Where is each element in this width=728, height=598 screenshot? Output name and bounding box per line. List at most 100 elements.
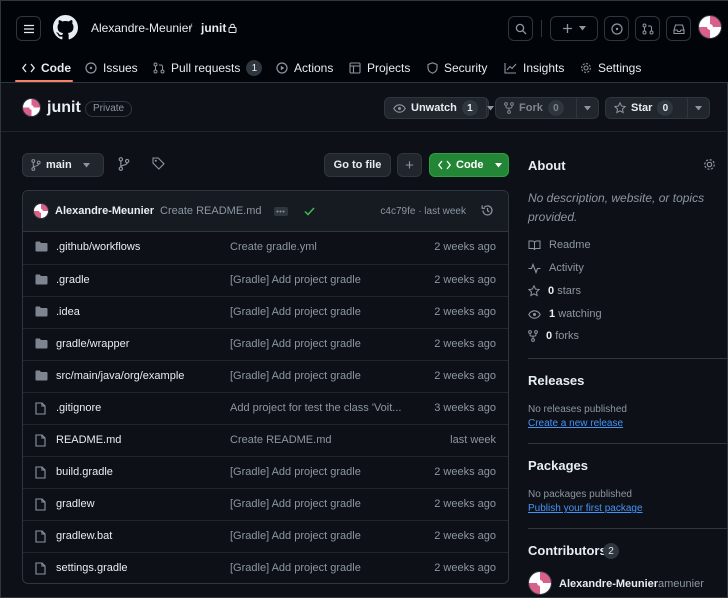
tab-pull-requests[interactable]: Pull requests 1 bbox=[153, 59, 263, 77]
file-row[interactable]: README.md Create README.md last week bbox=[23, 424, 508, 456]
activity-link[interactable]: Activity bbox=[528, 262, 584, 274]
breadcrumb-repo[interactable]: junit bbox=[201, 21, 226, 35]
publish-package-link[interactable]: Publish your first package bbox=[528, 503, 643, 514]
file-name[interactable]: settings.gradle bbox=[56, 562, 128, 574]
contributor-name[interactable]: Alexandre-Meunier bbox=[559, 578, 658, 590]
plus-icon bbox=[563, 24, 572, 33]
contributor-avatar[interactable] bbox=[528, 571, 552, 595]
github-logo[interactable] bbox=[53, 15, 78, 40]
forks-link[interactable]: 0 forks bbox=[528, 330, 579, 342]
file-commit-message[interactable]: [Gradle] Add project gradle bbox=[230, 498, 420, 510]
history-icon[interactable] bbox=[481, 204, 494, 217]
contributor-login[interactable]: ameunier bbox=[658, 578, 704, 590]
file-row[interactable]: src/main/java/org/example [Gradle] Add pr… bbox=[23, 360, 508, 392]
watching-link[interactable]: 1 watching bbox=[528, 308, 602, 320]
file-name[interactable]: .github/workflows bbox=[56, 241, 140, 253]
code-button-label: Code bbox=[456, 159, 484, 171]
unwatch-button[interactable]: Unwatch 1 bbox=[384, 97, 494, 119]
unwatch-label: Unwatch bbox=[411, 102, 457, 114]
file-name[interactable]: gradle/wrapper bbox=[56, 338, 129, 350]
file-commit-age: 2 weeks ago bbox=[434, 241, 496, 253]
folder-icon bbox=[35, 274, 48, 285]
gear-icon[interactable] bbox=[703, 158, 716, 171]
readme-link[interactable]: Readme bbox=[528, 239, 591, 251]
watching-count: 1 bbox=[549, 308, 556, 320]
branch-selector[interactable]: main bbox=[22, 153, 104, 177]
inbox-button[interactable] bbox=[666, 16, 691, 41]
search-button[interactable] bbox=[508, 16, 533, 41]
code-button[interactable]: Code bbox=[429, 153, 509, 177]
file-commit-message[interactable]: Create README.md bbox=[230, 434, 420, 446]
file-commit-message[interactable]: [Gradle] Add project gradle bbox=[230, 562, 420, 574]
repo-title[interactable]: junit bbox=[47, 99, 81, 117]
packages-heading[interactable]: Packages bbox=[528, 458, 588, 473]
repo-owner-avatar bbox=[22, 98, 41, 117]
user-avatar[interactable] bbox=[698, 15, 722, 39]
file-name[interactable]: gradlew.bat bbox=[56, 530, 112, 542]
file-name[interactable]: README.md bbox=[56, 434, 121, 446]
tab-settings[interactable]: Settings bbox=[580, 59, 641, 77]
pull-request-icon bbox=[153, 62, 165, 74]
file-row[interactable]: gradlew [Gradle] Add project gradle 2 week… bbox=[23, 488, 508, 520]
stars-link[interactable]: 0 stars bbox=[528, 285, 581, 297]
file-name[interactable]: build.gradle bbox=[56, 466, 113, 478]
contributors-count: 2 bbox=[603, 543, 619, 559]
file-commit-message[interactable]: Create gradle.yml bbox=[230, 241, 420, 253]
star-button[interactable]: Star 0 bbox=[605, 97, 710, 119]
file-row[interactable]: .gradle [Gradle] Add project gradle 2 week… bbox=[23, 264, 508, 296]
file-row[interactable]: gradlew.bat [Gradle] Add project gradle 2 … bbox=[23, 520, 508, 552]
file-name[interactable]: .idea bbox=[56, 306, 80, 318]
commit-author[interactable]: Alexandre-Meunier bbox=[55, 205, 154, 217]
tags-button[interactable] bbox=[152, 157, 165, 170]
pull-requests-shortcut-button[interactable] bbox=[635, 16, 660, 41]
file-row[interactable]: gradle/wrapper [Gradle] Add project gradl… bbox=[23, 328, 508, 360]
file-name[interactable]: gradlew bbox=[56, 498, 95, 510]
file-row[interactable]: .github/workflows Create gradle.yml 2 week… bbox=[23, 232, 508, 264]
sidebar-divider bbox=[528, 443, 728, 444]
file-commit-message[interactable]: [Gradle] Add project gradle bbox=[230, 338, 420, 350]
releases-heading[interactable]: Releases bbox=[528, 373, 584, 388]
branch-icon bbox=[118, 157, 130, 171]
file-commit-age: 2 weeks ago bbox=[434, 370, 496, 382]
file-commit-message[interactable]: [Gradle] Add project gradle bbox=[230, 466, 420, 478]
file-name[interactable]: .gradle bbox=[56, 274, 90, 286]
tab-actions-label: Actions bbox=[294, 61, 334, 75]
contributors-heading[interactable]: Contributors bbox=[528, 543, 607, 558]
menu-button[interactable] bbox=[16, 16, 41, 41]
tab-security[interactable]: Security bbox=[427, 59, 487, 77]
tab-insights[interactable]: Insights bbox=[504, 59, 564, 77]
file-row[interactable]: .gitignore Add project for test the class… bbox=[23, 392, 508, 424]
tab-insights-label: Insights bbox=[523, 61, 565, 75]
file-name[interactable]: .gitignore bbox=[56, 402, 101, 414]
commit-hash-time[interactable]: c4c79fe · last week bbox=[380, 206, 466, 217]
create-new-button[interactable] bbox=[550, 16, 598, 41]
file-name[interactable]: src/main/java/org/example bbox=[56, 370, 184, 382]
tab-issues[interactable]: Issues bbox=[85, 59, 138, 77]
file-icon bbox=[35, 530, 46, 543]
pulse-icon bbox=[528, 262, 541, 274]
create-release-link[interactable]: Create a new release bbox=[528, 418, 623, 429]
commit-message[interactable]: Create README.md bbox=[160, 205, 261, 217]
issues-shortcut-button[interactable] bbox=[604, 16, 629, 41]
breadcrumb-owner[interactable]: Alexandre-Meunier bbox=[91, 21, 192, 35]
commit-author-avatar[interactable] bbox=[33, 203, 49, 219]
tab-projects[interactable]: Projects bbox=[349, 59, 410, 77]
lock-icon bbox=[228, 23, 237, 33]
file-commit-message[interactable]: [Gradle] Add project gradle bbox=[230, 370, 420, 382]
file-row[interactable]: settings.gradle [Gradle] Add project grad… bbox=[23, 552, 508, 583]
file-commit-message[interactable]: [Gradle] Add project gradle bbox=[230, 274, 420, 286]
readme-label: Readme bbox=[549, 239, 591, 251]
file-commit-age: 2 weeks ago bbox=[434, 466, 496, 478]
commit-details-toggle[interactable] bbox=[273, 206, 288, 216]
branches-button[interactable] bbox=[118, 157, 130, 171]
fork-button[interactable]: Fork 0 bbox=[495, 97, 599, 119]
file-row[interactable]: build.gradle [Gradle] Add project gradle 2… bbox=[23, 456, 508, 488]
go-to-file-button[interactable]: Go to file bbox=[324, 153, 391, 177]
add-file-button[interactable]: + bbox=[397, 153, 422, 177]
file-commit-message[interactable]: [Gradle] Add project gradle bbox=[230, 530, 420, 542]
file-row[interactable]: .idea [Gradle] Add project gradle 2 weeks … bbox=[23, 296, 508, 328]
file-commit-message[interactable]: [Gradle] Add project gradle bbox=[230, 306, 420, 318]
file-commit-message[interactable]: Add project for test the class 'Voit... bbox=[230, 402, 420, 414]
tab-code[interactable]: Code bbox=[22, 59, 71, 77]
tab-actions[interactable]: Actions bbox=[276, 59, 333, 77]
